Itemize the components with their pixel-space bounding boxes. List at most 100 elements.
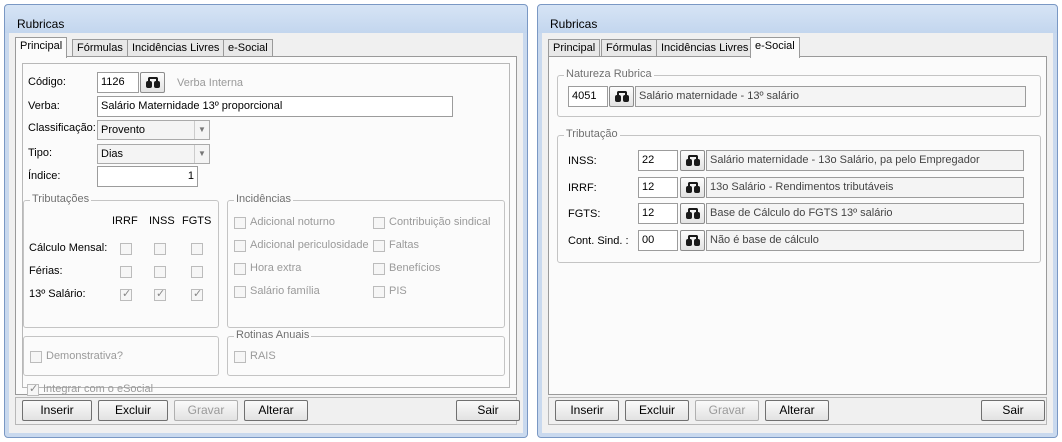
fgts-label: FGTS: (568, 208, 601, 220)
binoculars-icon (685, 155, 701, 167)
decimo-terceiro-label: 13º Salário: (29, 288, 86, 300)
calculo-mensal-inss-checkbox[interactable] (154, 243, 166, 255)
rais-checkbox[interactable] (234, 351, 246, 363)
inserir-button[interactable]: Inserir (555, 400, 619, 421)
title-bar: Rubricas (5, 5, 527, 33)
rubricas-window-esocial: Rubricas Principal Fórmulas Incidências … (537, 4, 1058, 438)
tab-page-principal: Código: 1126 Verba Interna Verba: Salári… (15, 56, 517, 396)
excluir-button[interactable]: Excluir (625, 400, 689, 421)
tab-principal[interactable]: Principal (15, 37, 68, 58)
button-bar: Inserir Excluir Gravar Alterar Sair (548, 397, 1047, 425)
ferias-fgts-checkbox[interactable] (191, 266, 203, 278)
fgts-code-input[interactable]: 12 (638, 203, 678, 224)
verba-interna-label: Verba Interna (177, 77, 244, 89)
incidencias-group: Incidências Adicional noturno Adicional … (227, 193, 505, 328)
window-title: Rubricas (550, 17, 598, 31)
gravar-button[interactable]: Gravar (695, 400, 759, 421)
hora-extra-label: Hora extra (250, 262, 302, 274)
classificacao-select[interactable]: Provento ▼ (97, 120, 210, 140)
cont-sind-code-input[interactable]: 00 (638, 230, 678, 251)
alterar-button[interactable]: Alterar (765, 400, 829, 421)
binoculars-icon (685, 208, 701, 220)
fgts-column-header: FGTS (182, 215, 212, 227)
indice-input[interactable]: 1 (97, 166, 198, 187)
natureza-code-input[interactable]: 4051 (568, 86, 608, 107)
decimo-terceiro-inss-checkbox[interactable] (154, 287, 166, 301)
irrf-label: IRRF: (568, 182, 597, 194)
cont-sind-desc-field: Não é base de cálculo (706, 230, 1024, 251)
tab-esocial[interactable]: e-Social (223, 39, 273, 57)
contribuicao-sindical-checkbox[interactable] (373, 217, 385, 229)
window-body: Principal Fórmulas Incidências Livres e-… (544, 33, 1051, 431)
natureza-rubrica-title: Natureza Rubrica (564, 68, 654, 80)
adicional-periculosidade-checkbox[interactable] (234, 240, 246, 252)
title-bar: Rubricas (538, 5, 1057, 33)
sair-button[interactable]: Sair (456, 400, 520, 421)
tributacao-title: Tributação (564, 128, 620, 140)
ferias-label: Férias: (29, 265, 63, 277)
classificacao-value: Provento (101, 124, 146, 136)
tributacao-group: Tributação INSS: 22 Salário maternidade … (557, 128, 1041, 263)
codigo-input[interactable]: 1126 (97, 72, 139, 93)
decimo-terceiro-irrf-checkbox[interactable] (120, 287, 132, 301)
hora-extra-checkbox[interactable] (234, 263, 246, 275)
demonstrativa-label: Demonstrativa? (46, 350, 124, 362)
decimo-terceiro-fgts-checkbox[interactable] (191, 287, 203, 301)
codigo-search-button[interactable] (140, 72, 165, 93)
excluir-button[interactable]: Excluir (98, 400, 168, 421)
salario-familia-checkbox[interactable] (234, 286, 246, 298)
alterar-button[interactable]: Alterar (244, 400, 308, 421)
ferias-irrf-checkbox[interactable] (120, 266, 132, 278)
tributacoes-title: Tributações (30, 193, 92, 205)
faltas-checkbox[interactable] (373, 240, 385, 252)
irrf-code-input[interactable]: 12 (638, 177, 678, 198)
demonstrativa-checkbox[interactable] (30, 351, 42, 363)
verba-input[interactable]: Salário Maternidade 13º proporcional (97, 96, 453, 117)
window-body: Principal Fórmulas Incidências Livres e-… (11, 33, 521, 431)
inss-search-button[interactable] (680, 150, 705, 171)
gravar-button[interactable]: Gravar (174, 400, 238, 421)
pis-checkbox[interactable] (373, 286, 385, 298)
binoculars-icon (685, 182, 701, 194)
tab-formulas[interactable]: Fórmulas (601, 39, 657, 57)
rotinas-anuais-group: Rotinas Anuais RAIS (227, 329, 505, 376)
cont-sind-search-button[interactable] (680, 230, 705, 251)
calculo-mensal-irrf-checkbox[interactable] (120, 243, 132, 255)
pis-label: PIS (389, 285, 407, 297)
fgts-desc-field: Base de Cálculo do FGTS 13º salário (706, 203, 1024, 224)
beneficios-label: Benefícios (389, 262, 441, 274)
beneficios-checkbox[interactable] (373, 263, 385, 275)
integrar-esocial-checkbox[interactable] (27, 382, 39, 396)
faltas-label: Faltas (389, 239, 419, 251)
irrf-column-header: IRRF (112, 215, 138, 227)
classificacao-label: Classificação: (28, 122, 96, 134)
tipo-value: Dias (101, 148, 124, 160)
tipo-select[interactable]: Dias ▼ (97, 144, 210, 164)
inserir-button[interactable]: Inserir (22, 400, 92, 421)
fgts-search-button[interactable] (680, 203, 705, 224)
incidencias-title: Incidências (234, 193, 294, 205)
tab-formulas[interactable]: Fórmulas (72, 39, 128, 57)
rotinas-anuais-title: Rotinas Anuais (234, 329, 312, 341)
sair-button[interactable]: Sair (981, 400, 1045, 421)
tab-principal[interactable]: Principal (548, 39, 601, 57)
salario-familia-label: Salário família (250, 285, 320, 297)
indice-label: Índice: (28, 170, 61, 182)
adicional-noturno-checkbox[interactable] (234, 217, 246, 229)
chevron-down-icon: ▼ (194, 145, 209, 163)
ferias-inss-checkbox[interactable] (154, 266, 166, 278)
natureza-rubrica-group: Natureza Rubrica 4051 Salário maternidad… (557, 68, 1041, 117)
tab-esocial[interactable]: e-Social (750, 37, 800, 58)
principal-panel: Código: 1126 Verba Interna Verba: Salári… (22, 63, 510, 396)
inss-column-header: INSS (149, 215, 175, 227)
tab-incidencias-livres[interactable]: Incidências Livres (656, 39, 754, 57)
calculo-mensal-fgts-checkbox[interactable] (191, 243, 203, 255)
tab-incidencias-livres[interactable]: Incidências Livres (127, 39, 225, 57)
natureza-search-button[interactable] (609, 86, 634, 107)
rubricas-window-principal: Rubricas Principal Fórmulas Incidências … (4, 4, 528, 438)
irrf-search-button[interactable] (680, 177, 705, 198)
natureza-desc-field: Salário maternidade - 13º salário (635, 86, 1026, 107)
inss-code-input[interactable]: 22 (638, 150, 678, 171)
tipo-label: Tipo: (28, 147, 53, 159)
chevron-down-icon: ▼ (194, 121, 209, 139)
